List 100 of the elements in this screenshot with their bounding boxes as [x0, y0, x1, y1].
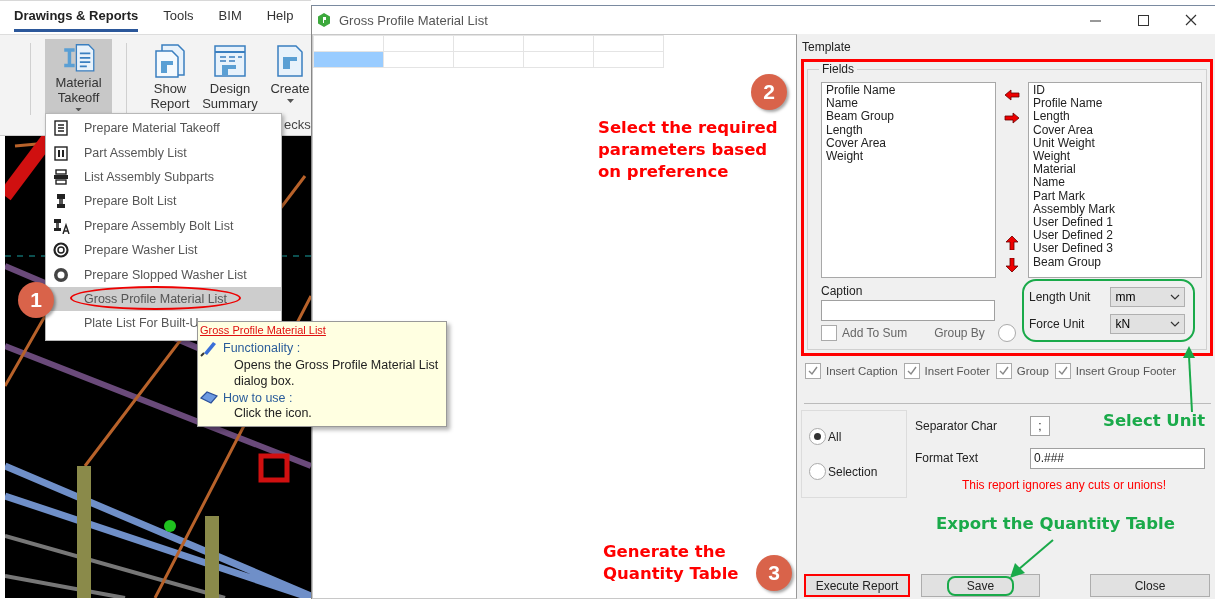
radio-button[interactable]: [809, 463, 826, 480]
list-item[interactable]: Part Mark: [1033, 189, 1197, 203]
stack-icon: [53, 168, 69, 185]
bolt-icon: [53, 217, 71, 234]
tooltip-title-link[interactable]: Gross Profile Material List: [200, 324, 326, 336]
list-item[interactable]: User Defined 3: [1033, 242, 1197, 256]
list-item[interactable]: User Defined 2: [1033, 229, 1197, 243]
list-item[interactable]: Beam Group: [1033, 255, 1197, 269]
tooltip-text: Click the icon.: [233, 405, 313, 421]
pen-icon: [200, 339, 218, 357]
ribbon-tab[interactable]: Tools: [163, 8, 194, 32]
list-item[interactable]: Length: [1033, 110, 1197, 124]
dialog-button[interactable]: Close: [1090, 574, 1210, 597]
list-item[interactable]: Unit Weight: [1033, 136, 1197, 150]
field-label: Length Unit: [1029, 289, 1092, 304]
ribbon-tab[interactable]: Help: [266, 8, 294, 32]
list-item[interactable]: Name: [826, 97, 991, 111]
format-field[interactable]: 0.###: [1030, 447, 1205, 469]
field-label: Caption: [821, 284, 864, 298]
grid-cell[interactable]: [523, 51, 594, 68]
remove-button[interactable]: [1004, 88, 1020, 102]
washer-icon: [53, 266, 69, 283]
checkbox[interactable]: [995, 363, 1012, 379]
add-button[interactable]: [1004, 111, 1020, 125]
checkbox-label: Insert Footer: [924, 365, 990, 377]
separator-field[interactable]: ;: [1030, 416, 1050, 436]
group-label: Fields: [821, 62, 855, 76]
arrow: [1183, 346, 1195, 413]
radio-label: All: [828, 429, 842, 444]
move-up-arrow-icon: [1004, 236, 1020, 250]
warning-text: This report ignores any cuts or unions!: [960, 478, 1168, 492]
tooltip-heading: Functionality :: [223, 341, 301, 355]
grid-cell[interactable]: [593, 51, 664, 68]
list-item[interactable]: Beam Group: [826, 110, 991, 124]
callout-text: Export the Quantity Table: [936, 513, 1175, 535]
grid-cell[interactable]: [523, 35, 594, 52]
caption-field[interactable]: [821, 300, 995, 321]
dialog-button[interactable]: Save: [921, 574, 1040, 597]
menu-item[interactable]: Part Assembly List: [46, 140, 281, 165]
field-label: Format Text: [915, 451, 980, 465]
grid-cell[interactable]: [453, 35, 524, 52]
checkbox[interactable]: [821, 325, 837, 341]
list-icon: [53, 120, 69, 137]
maximize-icon: [1137, 14, 1149, 26]
list-item[interactable]: ID: [1033, 84, 1197, 98]
available-fields-list[interactable]: Profile Name Name Beam Group Length Cover Area Weight: [821, 82, 996, 278]
move-down-button[interactable]: [1004, 258, 1020, 272]
list-item[interactable]: Profile Name: [826, 84, 991, 98]
list-item[interactable]: Assembly Mark: [1033, 202, 1197, 217]
list-item[interactable]: Profile Name: [1033, 97, 1197, 111]
callout-text: Generate the Quantity Table: [603, 541, 740, 585]
grid-cell[interactable]: [313, 35, 384, 52]
menu-item[interactable]: Prepare Assembly Bolt List: [46, 213, 281, 238]
add-arrow-icon: [1004, 111, 1020, 125]
unit-dropdown[interactable]: kN: [1110, 314, 1185, 335]
checkbox-label: Insert Caption: [826, 365, 898, 377]
report-fields-list[interactable]: ID Profile Name Length Cover Area Unit Weight Weight Material Name Part Mark Assembly Mark User Defined 1 User Defined 2 User Defined 3 Beam Group: [1028, 82, 1202, 278]
radio-label: Group By: [934, 326, 985, 340]
ribbon-tab[interactable]: BIM: [218, 8, 242, 32]
radio-button[interactable]: [997, 324, 1016, 342]
checkbox[interactable]: [805, 363, 821, 379]
remove-arrow-icon: [1004, 88, 1020, 102]
grid-cell[interactable]: [383, 35, 454, 52]
ribbon-button[interactable]: Create: [271, 39, 309, 113]
ribbon-button[interactable]: Show Report: [147, 39, 193, 113]
checkbox-label: Group: [1016, 365, 1049, 377]
radio-label: Selection: [828, 464, 878, 479]
move-down-arrow-icon: [1004, 258, 1020, 272]
dialog-button[interactable]: Execute Report: [804, 574, 910, 597]
list-item[interactable]: Cover Area: [1033, 123, 1197, 137]
washer-icon: [53, 242, 69, 259]
grid-cell[interactable]: [593, 35, 664, 52]
grid-cell[interactable]: [383, 51, 454, 68]
unit-dropdown[interactable]: mm: [1110, 286, 1185, 307]
list-item[interactable]: Cover Area: [826, 136, 991, 150]
grid-cell[interactable]: [453, 51, 524, 68]
close-icon: [1185, 14, 1197, 26]
callout-text: Select the required parameters based on preference: [598, 117, 779, 183]
ribbon-button[interactable]: Material Takeoff: [45, 39, 112, 113]
chevron-icon: [1170, 293, 1180, 300]
checkbox[interactable]: [903, 363, 920, 379]
menu-item[interactable]: Prepare Washer List: [46, 237, 281, 263]
menu-item[interactable]: List Assembly Subparts: [46, 164, 281, 190]
move-up-button[interactable]: [1004, 236, 1020, 250]
menu-item[interactable]: Prepare Bolt List: [46, 189, 281, 214]
field-label: Force Unit: [1029, 317, 1086, 332]
report-icon: [152, 43, 188, 79]
list-item[interactable]: User Defined 1: [1033, 216, 1197, 230]
list-item[interactable]: Weight: [826, 150, 991, 164]
ribbon-button[interactable]: Design Summary: [201, 39, 259, 113]
book-icon: [200, 391, 218, 405]
list-item[interactable]: Length: [826, 123, 991, 137]
list-item[interactable]: Name: [1033, 176, 1197, 190]
list-item[interactable]: Material: [1033, 163, 1197, 177]
radio-button[interactable]: [809, 428, 826, 445]
menu-item[interactable]: Prepare Material Takeoff: [46, 116, 281, 141]
checkbox[interactable]: [1054, 363, 1071, 379]
clipboard-icon: [53, 144, 69, 161]
checkbox-label: Add To Sum: [842, 326, 908, 340]
list-item[interactable]: Weight: [1033, 150, 1197, 164]
